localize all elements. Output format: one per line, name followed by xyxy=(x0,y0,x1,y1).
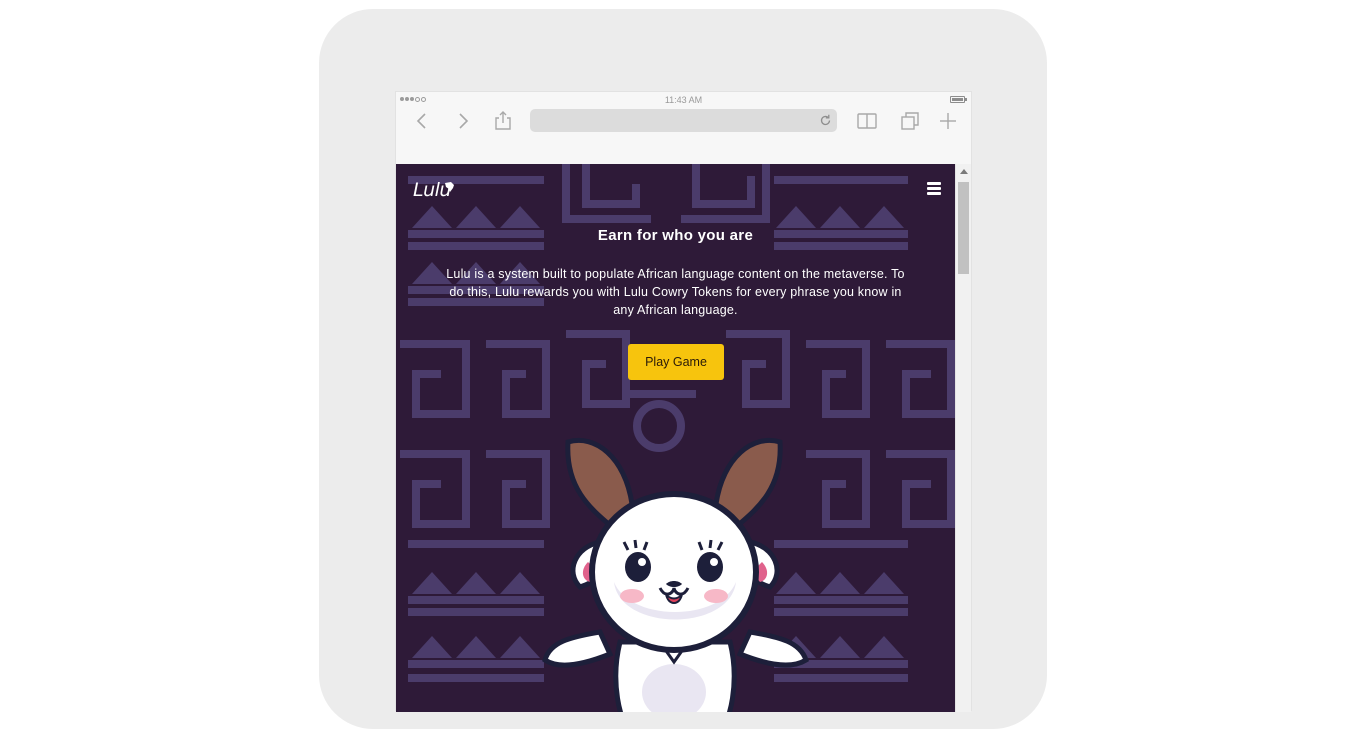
goat-mascot-illustration xyxy=(542,438,809,712)
africa-icon xyxy=(445,182,454,192)
reload-icon[interactable] xyxy=(818,113,833,128)
hero-description: Lulu is a system built to populate Afric… xyxy=(446,267,905,317)
forward-icon[interactable] xyxy=(452,110,474,132)
tabs-icon[interactable] xyxy=(899,110,921,132)
share-icon[interactable] xyxy=(492,110,514,132)
browser-window: 11:43 AM Lulu Earn for who you are Lulu … xyxy=(395,91,972,712)
reader-icon[interactable] xyxy=(856,110,878,132)
hero-section: Lulu Earn for who you are Lulu is a syst… xyxy=(396,164,955,712)
hero-title: Earn for who you are xyxy=(597,227,754,244)
battery-icon xyxy=(950,96,967,103)
scrollbar-thumb[interactable] xyxy=(958,182,969,274)
menu-icon[interactable] xyxy=(927,182,941,195)
status-bar: 11:43 AM xyxy=(396,92,971,108)
vertical-scrollbar[interactable] xyxy=(955,164,971,712)
web-viewport: Lulu Earn for who you are Lulu is a syst… xyxy=(396,164,971,712)
play-game-button[interactable]: Play Game xyxy=(628,344,724,380)
back-icon[interactable] xyxy=(411,110,433,132)
scroll-up-icon[interactable] xyxy=(960,169,968,174)
new-tab-icon[interactable] xyxy=(937,110,959,132)
status-time: 11:43 AM xyxy=(664,95,703,105)
url-bar[interactable] xyxy=(530,109,837,132)
